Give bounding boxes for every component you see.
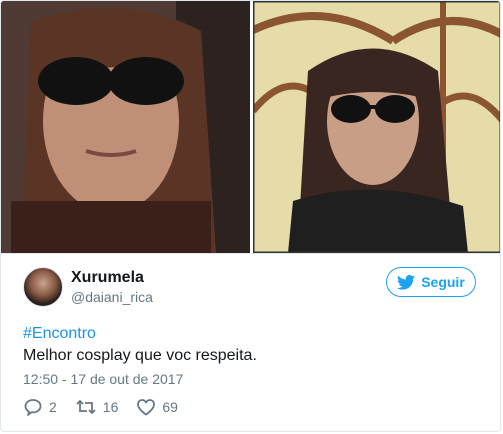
like-action[interactable]: 69 <box>136 398 178 416</box>
retweet-action[interactable]: 16 <box>75 398 119 416</box>
tweet-author: Xurumela @daiani_rica <box>23 267 153 307</box>
reply-count: 2 <box>49 399 57 415</box>
tweet-card: Xurumela @daiani_rica Seguir #Encontro M… <box>0 0 501 432</box>
tweet-text: #Encontro Melhor cosplay que voc respeit… <box>23 323 257 367</box>
retweet-count: 16 <box>102 399 119 415</box>
photo-left-illustration <box>1 1 250 253</box>
tweet-media[interactable] <box>1 1 500 254</box>
twitter-bird-icon <box>397 274 416 290</box>
hashtag-link[interactable]: #Encontro <box>23 323 257 345</box>
reply-icon <box>24 399 42 416</box>
retweet-icon <box>76 399 96 415</box>
follow-button[interactable]: Seguir <box>386 267 476 297</box>
display-name[interactable]: Xurumela <box>71 268 153 288</box>
photo-right-illustration <box>252 1 500 253</box>
heart-icon <box>137 399 156 416</box>
tweet-actions: 2 16 69 <box>23 398 196 416</box>
photo-right[interactable] <box>252 1 500 253</box>
author-names: Xurumela @daiani_rica <box>71 268 153 306</box>
reply-action[interactable]: 2 <box>23 398 57 416</box>
photo-left[interactable] <box>1 1 250 253</box>
user-handle[interactable]: @daiani_rica <box>71 288 153 306</box>
follow-label: Seguir <box>421 274 465 290</box>
avatar[interactable] <box>23 267 63 307</box>
tweet-timestamp[interactable]: 12:50 - 17 de out de 2017 <box>23 371 183 387</box>
tweet-body: Melhor cosplay que voc respeita. <box>23 347 257 364</box>
like-count: 69 <box>162 399 178 415</box>
